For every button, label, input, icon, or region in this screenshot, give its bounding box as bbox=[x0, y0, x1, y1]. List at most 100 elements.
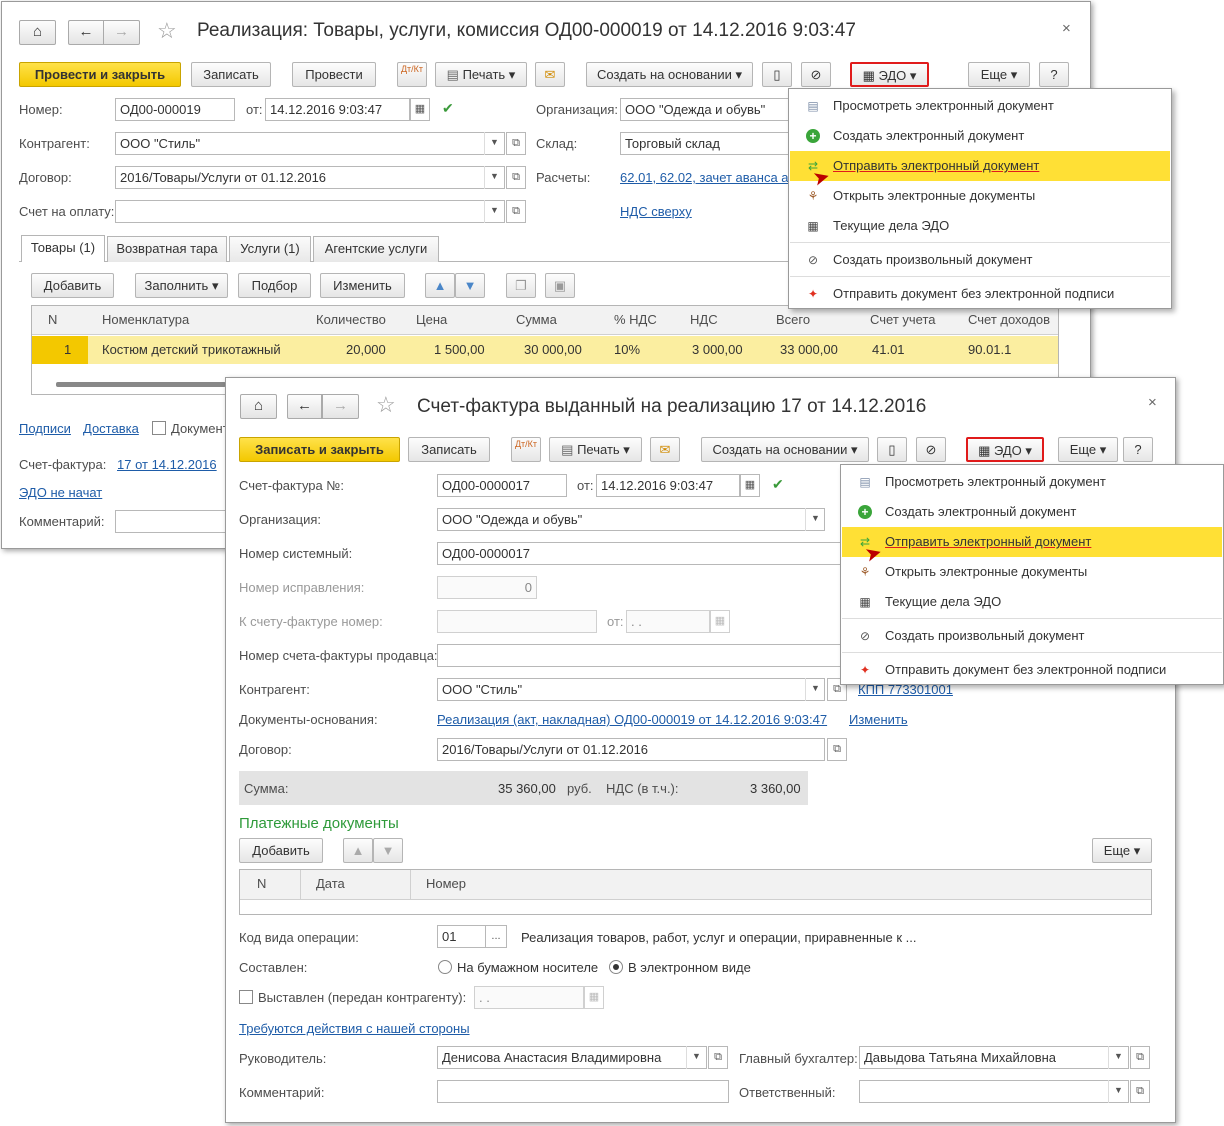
menu-item-view-edoc[interactable]: ▤ Просмотреть электронный документ bbox=[790, 91, 1170, 121]
more-button[interactable]: Еще ▾ bbox=[968, 62, 1030, 87]
print-button[interactable]: ▤ Печать ▾ bbox=[549, 437, 642, 462]
contractor-dropdown-icon[interactable]: ▼ bbox=[484, 132, 504, 155]
paper-radio[interactable] bbox=[438, 960, 452, 974]
more-button[interactable]: Еще ▾ bbox=[1058, 437, 1118, 462]
edo-button[interactable]: ▦ ЭДО ▾ bbox=[966, 437, 1044, 462]
electronic-radio[interactable] bbox=[609, 960, 623, 974]
head-field[interactable]: Денисова Анастасия Владимировна bbox=[437, 1046, 707, 1069]
change-button[interactable]: Изменить bbox=[320, 273, 405, 298]
add-row-button[interactable]: Добавить bbox=[31, 273, 114, 298]
payments-more-button[interactable]: Еще ▾ bbox=[1092, 838, 1152, 863]
save-and-close-button[interactable]: Записать и закрыть bbox=[239, 437, 400, 462]
menu-item-view-edoc[interactable]: ▤ Просмотреть электронный документ bbox=[842, 467, 1222, 497]
system-number-field[interactable]: ОД00-0000017 bbox=[437, 542, 841, 565]
menu-item-arbitrary-doc[interactable]: ⊘ Создать произвольный документ bbox=[790, 245, 1170, 275]
menu-item-current-tasks[interactable]: ▦ Текущие дела ЭДО bbox=[842, 587, 1222, 617]
date-field[interactable]: 14.12.2016 9:03:47 bbox=[596, 474, 740, 497]
contract-field[interactable]: 2016/Товары/Услуги от 01.12.2016 bbox=[437, 738, 825, 761]
menu-item-send-unsigned[interactable]: ✦ Отправить документ без электронной подп… bbox=[842, 655, 1222, 685]
contract-dropdown-icon[interactable]: ▼ bbox=[484, 166, 504, 189]
edo-status-link[interactable]: ЭДО не начат bbox=[19, 485, 102, 501]
move-down-button[interactable]: ▼ bbox=[455, 273, 485, 298]
issued-date-field[interactable]: . . bbox=[474, 986, 584, 1009]
tab-services[interactable]: Услуги (1) bbox=[229, 236, 311, 262]
calendar-icon[interactable]: ▦ bbox=[410, 98, 430, 121]
favorite-star-icon[interactable]: ☆ bbox=[376, 392, 396, 418]
help-button[interactable]: ? bbox=[1039, 62, 1069, 87]
seller-invoice-number-field[interactable] bbox=[437, 644, 841, 667]
attach-button[interactable]: ⊘ bbox=[916, 437, 946, 462]
mail-button[interactable]: ✉ bbox=[650, 437, 680, 462]
contractor-dropdown-icon[interactable]: ▼ bbox=[805, 678, 825, 701]
organization-field[interactable]: ООО "Одежда и обувь" bbox=[437, 508, 825, 531]
contractor-field[interactable]: ООО "Стиль" bbox=[115, 132, 505, 155]
move-up-button[interactable]: ▲ bbox=[425, 273, 455, 298]
dtkt-button[interactable]: Дт/Кт bbox=[511, 437, 541, 462]
correction-number-field[interactable]: 0 bbox=[437, 576, 537, 599]
table-row[interactable]: 1 Костюм детский трикотажный 20,000 1 50… bbox=[32, 336, 1058, 364]
tab-returnable-containers[interactable]: Возвратная тара bbox=[107, 236, 227, 262]
to-invoice-field[interactable] bbox=[437, 610, 597, 633]
mail-button[interactable]: ✉ bbox=[535, 62, 565, 87]
change-base-link[interactable]: Изменить bbox=[849, 712, 908, 728]
home-button[interactable]: ⌂ bbox=[240, 394, 277, 419]
contractor-field[interactable]: ООО "Стиль" bbox=[437, 678, 825, 701]
menu-item-open-edocs[interactable]: ⚘ Открыть электронные документы bbox=[790, 181, 1170, 211]
comment-field[interactable] bbox=[437, 1080, 729, 1103]
move-down-button[interactable]: ▼ bbox=[373, 838, 403, 863]
signatures-link[interactable]: Подписи bbox=[19, 421, 71, 437]
move-up-button[interactable]: ▲ bbox=[343, 838, 373, 863]
invoice-open-icon[interactable]: ⧉ bbox=[506, 200, 526, 223]
comment-field[interactable] bbox=[115, 510, 235, 533]
contract-open-icon[interactable]: ⧉ bbox=[506, 166, 526, 189]
close-icon[interactable]: × bbox=[1062, 20, 1071, 37]
issued-checkbox[interactable] bbox=[239, 990, 253, 1004]
document-checkbox[interactable] bbox=[152, 421, 166, 435]
chief-accountant-field[interactable]: Давыдова Татьяна Михайловна bbox=[859, 1046, 1129, 1069]
to-invoice-date-field[interactable]: . . bbox=[626, 610, 710, 633]
save-button[interactable]: Записать bbox=[191, 62, 271, 87]
create-based-on-button[interactable]: Создать на основании ▾ bbox=[586, 62, 753, 87]
menu-item-create-edoc[interactable]: + Создать электронный документ bbox=[790, 121, 1170, 151]
head-open-icon[interactable]: ⧉ bbox=[708, 1046, 728, 1069]
organization-dropdown-icon[interactable]: ▼ bbox=[805, 508, 825, 531]
menu-item-open-edocs[interactable]: ⚘ Открыть электронные документы bbox=[842, 557, 1222, 587]
responsible-dropdown-icon[interactable]: ▼ bbox=[1108, 1080, 1128, 1103]
base-document-link[interactable]: Реализация (акт, накладная) ОД00-000019 … bbox=[437, 712, 827, 728]
contract-field[interactable]: 2016/Товары/Услуги от 01.12.2016 bbox=[115, 166, 505, 189]
invoice-for-payment-field[interactable] bbox=[115, 200, 505, 223]
responsible-open-icon[interactable]: ⧉ bbox=[1130, 1080, 1150, 1103]
invoice-number-field[interactable]: ОД00-0000017 bbox=[437, 474, 567, 497]
settlements-link[interactable]: 62.01, 62.02, зачет аванса а bbox=[620, 170, 789, 186]
tab-goods[interactable]: Товары (1) bbox=[21, 235, 105, 262]
attach-button[interactable]: ⊘ bbox=[801, 62, 831, 87]
forward-button[interactable]: → bbox=[322, 394, 359, 419]
close-icon[interactable]: × bbox=[1148, 394, 1157, 411]
actions-required-link[interactable]: Требуются действия с нашей стороны bbox=[239, 1021, 470, 1037]
operation-code-field[interactable]: 01 bbox=[437, 925, 487, 948]
paste-button[interactable]: ▣ bbox=[545, 273, 575, 298]
delivery-link[interactable]: Доставка bbox=[83, 421, 139, 437]
selection-button[interactable]: Подбор bbox=[238, 273, 311, 298]
print-button[interactable]: ▤ Печать ▾ bbox=[435, 62, 527, 87]
post-button[interactable]: Провести bbox=[292, 62, 376, 87]
invoice-link[interactable]: 17 от 14.12.2016 bbox=[117, 457, 217, 473]
menu-item-current-tasks[interactable]: ▦ Текущие дела ЭДО bbox=[790, 211, 1170, 241]
menu-item-send-edoc[interactable]: ⇄ Отправить электронный документ bbox=[790, 151, 1170, 181]
horizontal-scrollbar[interactable] bbox=[56, 382, 226, 387]
date-field[interactable]: 14.12.2016 9:03:47 bbox=[265, 98, 410, 121]
favorite-star-icon[interactable]: ☆ bbox=[157, 18, 177, 44]
organization-field[interactable]: ООО "Одежда и обувь" bbox=[620, 98, 792, 121]
forward-button[interactable]: → bbox=[103, 20, 140, 45]
invoice-dropdown-icon[interactable]: ▼ bbox=[484, 200, 504, 223]
calendar-icon[interactable]: ▦ bbox=[710, 610, 730, 633]
post-and-close-button[interactable]: Провести и закрыть bbox=[19, 62, 181, 87]
warehouse-field[interactable]: Торговый склад bbox=[620, 132, 792, 155]
menu-item-send-edoc[interactable]: ⇄ Отправить электронный документ bbox=[842, 527, 1222, 557]
menu-item-create-edoc[interactable]: + Создать электронный документ bbox=[842, 497, 1222, 527]
calendar-icon[interactable]: ▦ bbox=[740, 474, 760, 497]
accountant-open-icon[interactable]: ⧉ bbox=[1130, 1046, 1150, 1069]
back-button[interactable]: ← bbox=[287, 394, 322, 419]
menu-item-send-unsigned[interactable]: ✦ Отправить документ без электронной подп… bbox=[790, 279, 1170, 309]
head-dropdown-icon[interactable]: ▼ bbox=[686, 1046, 706, 1069]
